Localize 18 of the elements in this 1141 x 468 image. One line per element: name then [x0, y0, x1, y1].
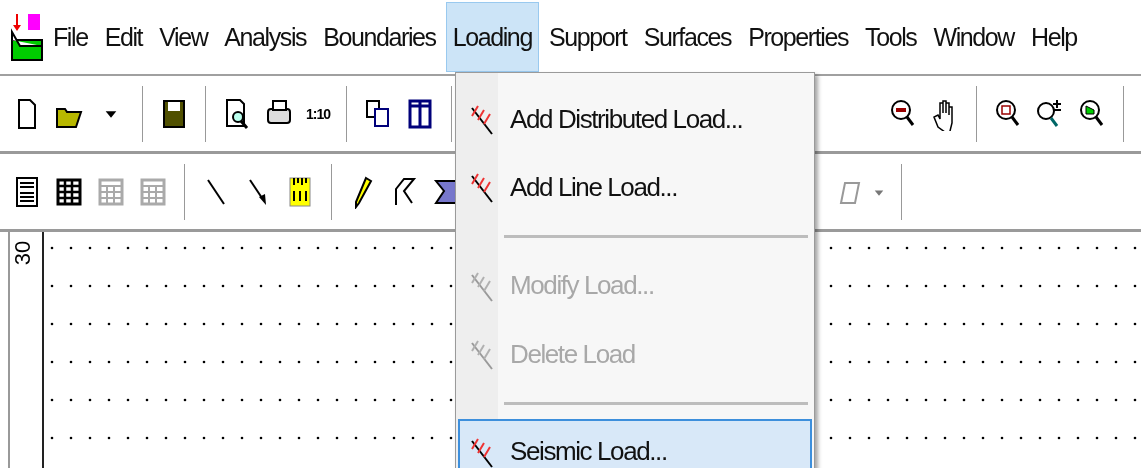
app-logo-icon [10, 12, 44, 62]
menu-item[interactable]: Analysis [217, 2, 314, 72]
menu-item[interactable]: Surfaces [636, 2, 739, 72]
menu-item[interactable]: Tools [858, 2, 924, 72]
menu-entry[interactable]: Seismic Load... [458, 418, 812, 468]
menu-item[interactable]: View [152, 2, 215, 72]
menu-item[interactable]: Support [541, 2, 634, 72]
menu-item[interactable]: Loading [445, 2, 539, 72]
menu-item[interactable]: Properties [741, 2, 856, 72]
menu-entry[interactable]: Add Line Load... [458, 153, 812, 222]
menu-item[interactable]: Edit [97, 2, 150, 72]
menu-item[interactable]: Boundaries [316, 2, 443, 72]
menu-item[interactable]: Window [926, 2, 1021, 72]
menu-entry[interactable]: Add Distributed Load... [458, 85, 812, 154]
axis-label: 30 [10, 239, 36, 268]
menu-item[interactable]: Help [1024, 2, 1084, 72]
menu-item[interactable]: File [46, 2, 95, 72]
scale-button[interactable]: 1:10 [304, 101, 333, 126]
